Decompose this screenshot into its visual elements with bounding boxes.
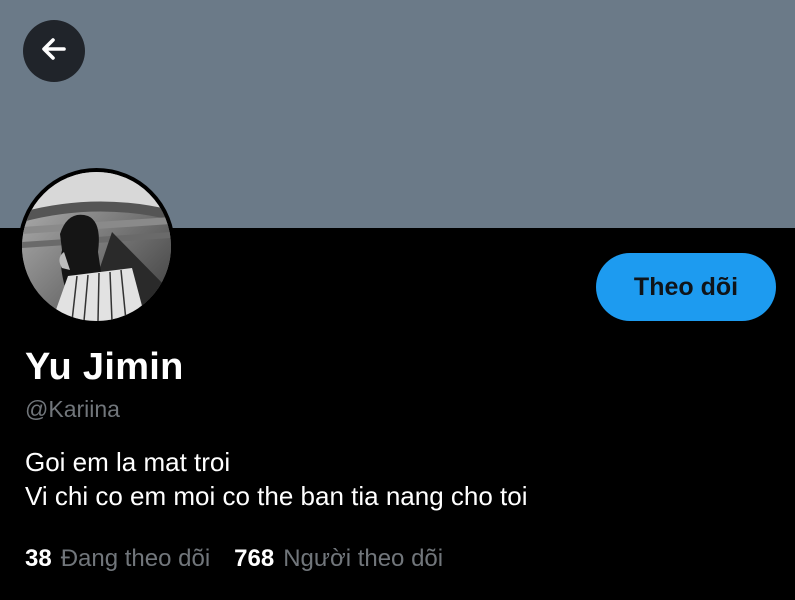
profile-bio: Goi em la mat troi Vi chi co em moi co t…: [25, 445, 527, 513]
followers-label: Người theo dõi: [283, 545, 444, 572]
following-label: Đang theo dõi: [60, 545, 211, 572]
bio-line: Goi em la mat troi: [25, 447, 231, 477]
following-count: 38: [25, 545, 52, 572]
followers-count: 768: [234, 545, 275, 572]
follow-stats: 38 Đang theo dõi 768 Người theo dõi: [25, 545, 443, 573]
display-name: Yu Jimin: [25, 346, 184, 388]
back-button[interactable]: [23, 20, 85, 82]
followers-link[interactable]: 768 Người theo dõi: [234, 545, 443, 573]
following-link[interactable]: 38 Đang theo dõi: [25, 545, 210, 573]
avatar[interactable]: [18, 168, 175, 325]
follow-button[interactable]: Theo dõi: [596, 253, 776, 321]
profile-screen: Theo dõi Yu Jimin @Kariina Goi em la mat…: [0, 0, 795, 600]
user-handle: @Kariina: [25, 396, 120, 422]
bio-line: Vi chi co em moi co the ban tia nang cho…: [25, 481, 528, 511]
arrow-left-icon: [38, 33, 70, 70]
